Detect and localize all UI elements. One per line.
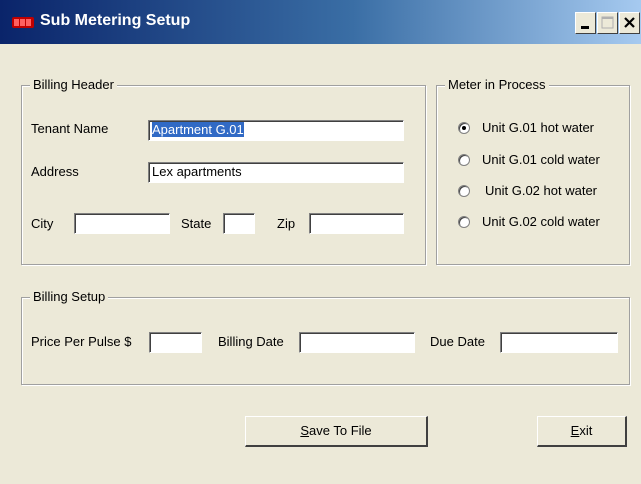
tenant-name-value: Apartment G.01 xyxy=(152,122,244,137)
close-icon xyxy=(624,17,635,28)
radio-label: Unit G.01 hot water xyxy=(482,120,594,135)
battery-icon xyxy=(12,17,34,28)
due-date-field[interactable] xyxy=(500,332,618,353)
price-per-pulse-label: Price Per Pulse $ xyxy=(31,334,132,349)
close-button[interactable] xyxy=(619,12,640,34)
tenant-name-field[interactable]: Apartment G.01 xyxy=(148,120,404,141)
maximize-button[interactable] xyxy=(597,12,618,34)
radio-label: Unit G.01 cold water xyxy=(482,152,600,167)
due-date-label: Due Date xyxy=(430,334,485,349)
radio-button[interactable] xyxy=(458,122,470,134)
city-field[interactable] xyxy=(74,213,170,234)
city-label: City xyxy=(31,216,54,231)
zip-label: Zip xyxy=(277,216,296,231)
save-to-file-button[interactable]: Save To File xyxy=(245,416,428,447)
minimize-icon xyxy=(581,26,589,29)
meter-in-process-legend: Meter in Process xyxy=(445,77,549,92)
maximize-icon xyxy=(601,16,614,29)
state-field[interactable] xyxy=(223,213,255,234)
billing-date-field[interactable] xyxy=(299,332,415,353)
radio-button[interactable] xyxy=(458,185,470,197)
address-value: Lex apartments xyxy=(152,164,242,179)
address-label: Address xyxy=(31,164,79,179)
billing-setup-legend: Billing Setup xyxy=(30,289,109,304)
window-title: Sub Metering Setup xyxy=(40,12,191,29)
zip-field[interactable] xyxy=(309,213,404,234)
minimize-button[interactable] xyxy=(575,12,596,34)
tenant-name-label: Tenant Name xyxy=(31,121,109,136)
sub-metering-window: Sub Metering Setup Billing Header Tenant… xyxy=(0,0,641,484)
meter-in-process-group: Meter in Process xyxy=(436,77,630,265)
title-bar[interactable]: Sub Metering Setup xyxy=(0,0,641,44)
radio-button[interactable] xyxy=(458,154,470,166)
price-per-pulse-field[interactable] xyxy=(149,332,202,353)
radio-label: Unit G.02 cold water xyxy=(482,214,600,229)
state-label: State xyxy=(181,216,212,231)
radio-checked-dot xyxy=(462,126,466,130)
address-field[interactable]: Lex apartments xyxy=(148,162,404,183)
radio-label: Unit G.02 hot water xyxy=(485,183,597,198)
exit-button[interactable]: Exit xyxy=(537,416,627,447)
billing-header-legend: Billing Header xyxy=(30,77,117,92)
save-accelerator: S xyxy=(300,423,310,438)
exit-label: xit xyxy=(579,423,593,438)
save-label: ave To File xyxy=(309,423,372,438)
radio-button[interactable] xyxy=(458,216,470,228)
billing-date-label: Billing Date xyxy=(218,334,284,349)
